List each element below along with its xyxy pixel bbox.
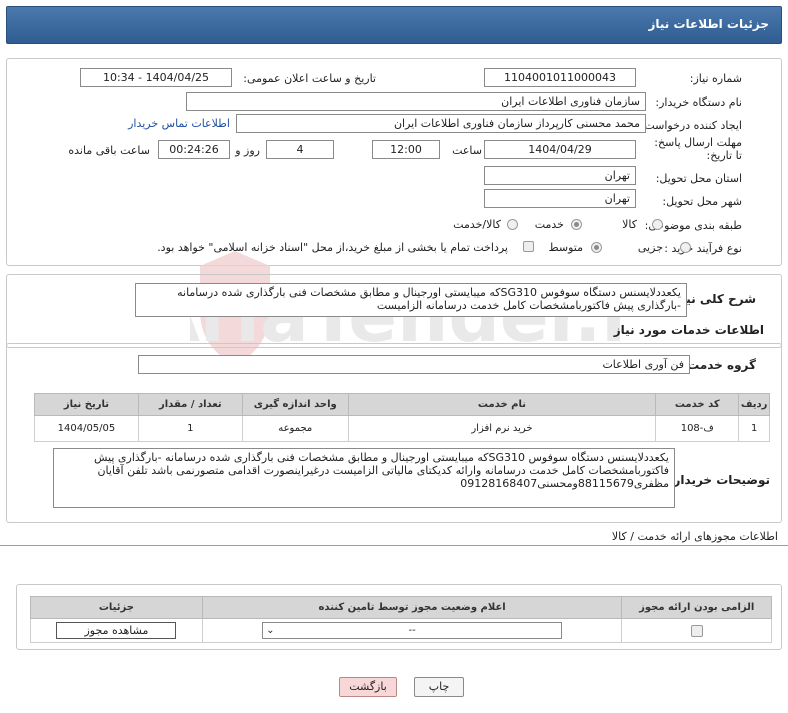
deadline-time-field: 12:00: [372, 140, 440, 159]
purchase-option-minor: جزیی: [637, 241, 663, 254]
category-radio-goods[interactable]: [652, 219, 663, 230]
buyer-notes-textarea[interactable]: یکعددلایسنس دستگاه سوفوس SG310که میبایست…: [53, 448, 675, 508]
col-permit-required: الزامی بودن ارائه مجوز: [621, 596, 772, 619]
print-button[interactable]: چاپ: [414, 677, 464, 697]
treasury-checkbox[interactable]: [523, 241, 534, 252]
buyer-org-field: سازمان فناوری اطلاعات ایران: [186, 92, 646, 111]
creator-field: محمد محسنی کارپرداز سازمان فناوری اطلاعا…: [236, 114, 646, 133]
cell-quantity: 1: [137, 415, 243, 442]
buyer-notes-label: توضیحات خریدار:: [668, 473, 770, 487]
deadline-time-label: ساعت: [452, 144, 482, 157]
announce-date-label: تاریخ و ساعت اعلان عمومی:: [243, 72, 376, 85]
category-radio-service[interactable]: [571, 219, 582, 230]
treasury-note: پرداخت تمام یا بخشی از مبلغ خرید،از محل …: [157, 241, 508, 254]
col-name: نام خدمت: [347, 393, 657, 416]
province-field: تهران: [484, 166, 636, 185]
announce-date-field: 1404/04/25 - 10:34: [80, 68, 232, 87]
col-code: کد خدمت: [655, 393, 740, 416]
services-table: ردیف کد خدمت نام خدمت واحد اندازه گیری ت…: [34, 393, 770, 442]
col-permit-details: جزئیات: [30, 596, 203, 619]
permit-status-value: --: [408, 625, 416, 636]
permits-table-header: الزامی بودن ارائه مجوز اعلام وضعیت مجوز …: [30, 596, 772, 619]
table-row: ⌄ -- مشاهده مجوز: [30, 618, 772, 643]
summary-textarea[interactable]: یکعددلایسنس دستگاه سوفوس SG310که میبایست…: [135, 283, 687, 317]
col-unit: واحد اندازه گیری: [241, 393, 349, 416]
remaining-time-field: 00:24:26: [158, 140, 230, 159]
category-radio-goods-service[interactable]: [507, 219, 518, 230]
page-header: جزئیات اطلاعات نیاز: [6, 6, 782, 44]
permits-table: الزامی بودن ارائه مجوز اعلام وضعیت مجوز …: [30, 596, 772, 643]
deadline-label: مهلت ارسال پاسخ: تا تاریخ:: [654, 136, 742, 162]
service-group-field: فن آوری اطلاعات: [138, 355, 690, 374]
need-number-field: 1104001011000043: [484, 68, 636, 87]
city-label: شهر محل تحویل:: [662, 195, 742, 208]
cell-permit-details: مشاهده مجوز: [30, 618, 203, 643]
days-label: روز و: [235, 144, 260, 157]
cell-code: ف-108: [655, 415, 740, 442]
col-need-date: تاریخ نیاز: [34, 393, 139, 416]
col-permit-status: اعلام وضعیت مجوز توسط تامین کننده: [201, 596, 623, 619]
need-info-panel: [6, 58, 782, 266]
services-table-header: ردیف کد خدمت نام خدمت واحد اندازه گیری ت…: [34, 393, 770, 416]
chevron-down-icon: ⌄: [266, 625, 275, 636]
services-section-title: اطلاعات خدمات مورد نیاز: [613, 323, 764, 337]
category-option-service: خدمت: [534, 218, 564, 231]
remaining-time-label: ساعت باقی مانده: [68, 144, 150, 157]
page-title: جزئیات اطلاعات نیاز: [648, 17, 769, 31]
back-button[interactable]: بازگشت: [339, 677, 397, 697]
need-number-label: شماره نیاز:: [689, 72, 742, 85]
purchase-type-label: نوع فرآیند خرید :: [664, 242, 742, 255]
province-label: استان محل تحویل:: [655, 172, 742, 185]
view-permit-button[interactable]: مشاهده مجوز: [56, 622, 177, 639]
city-field: تهران: [484, 189, 636, 208]
cell-permit-status: ⌄ --: [201, 618, 623, 643]
deadline-date-field: 1404/04/29: [484, 140, 636, 159]
buyer-contact-link[interactable]: اطلاعات تماس خریدار: [128, 117, 230, 130]
cell-row: 1: [738, 415, 770, 442]
category-option-goods-service: کالا/خدمت: [453, 218, 501, 231]
col-row: ردیف: [738, 393, 770, 416]
creator-label: ایجاد کننده درخواست:: [640, 119, 742, 132]
cell-need-date: 1404/05/05: [34, 415, 139, 442]
cell-unit: مجموعه: [241, 415, 349, 442]
table-row: 1 ف-108 خرید نرم افزار مجموعه 1 1404/05/…: [34, 415, 770, 442]
col-quantity: تعداد / مقدار: [137, 393, 243, 416]
cell-name: خرید نرم افزار: [347, 415, 657, 442]
permit-status-select[interactable]: ⌄ --: [262, 622, 563, 639]
permit-required-checkbox[interactable]: [690, 624, 703, 637]
permits-section-title: اطلاعات مجوزهای ارائه خدمت / کالا: [611, 530, 778, 543]
purchase-radio-minor[interactable]: [680, 242, 691, 253]
purchase-option-medium: متوسط: [548, 241, 583, 254]
cell-permit-required: [621, 618, 772, 643]
service-group-label: گروه خدمت:: [682, 358, 756, 372]
permits-divider: [0, 545, 788, 546]
remaining-days-field: 4: [266, 140, 334, 159]
purchase-radio-medium[interactable]: [591, 242, 602, 253]
buyer-org-label: نام دستگاه خریدار:: [655, 96, 742, 109]
category-option-goods: کالا: [622, 218, 637, 231]
